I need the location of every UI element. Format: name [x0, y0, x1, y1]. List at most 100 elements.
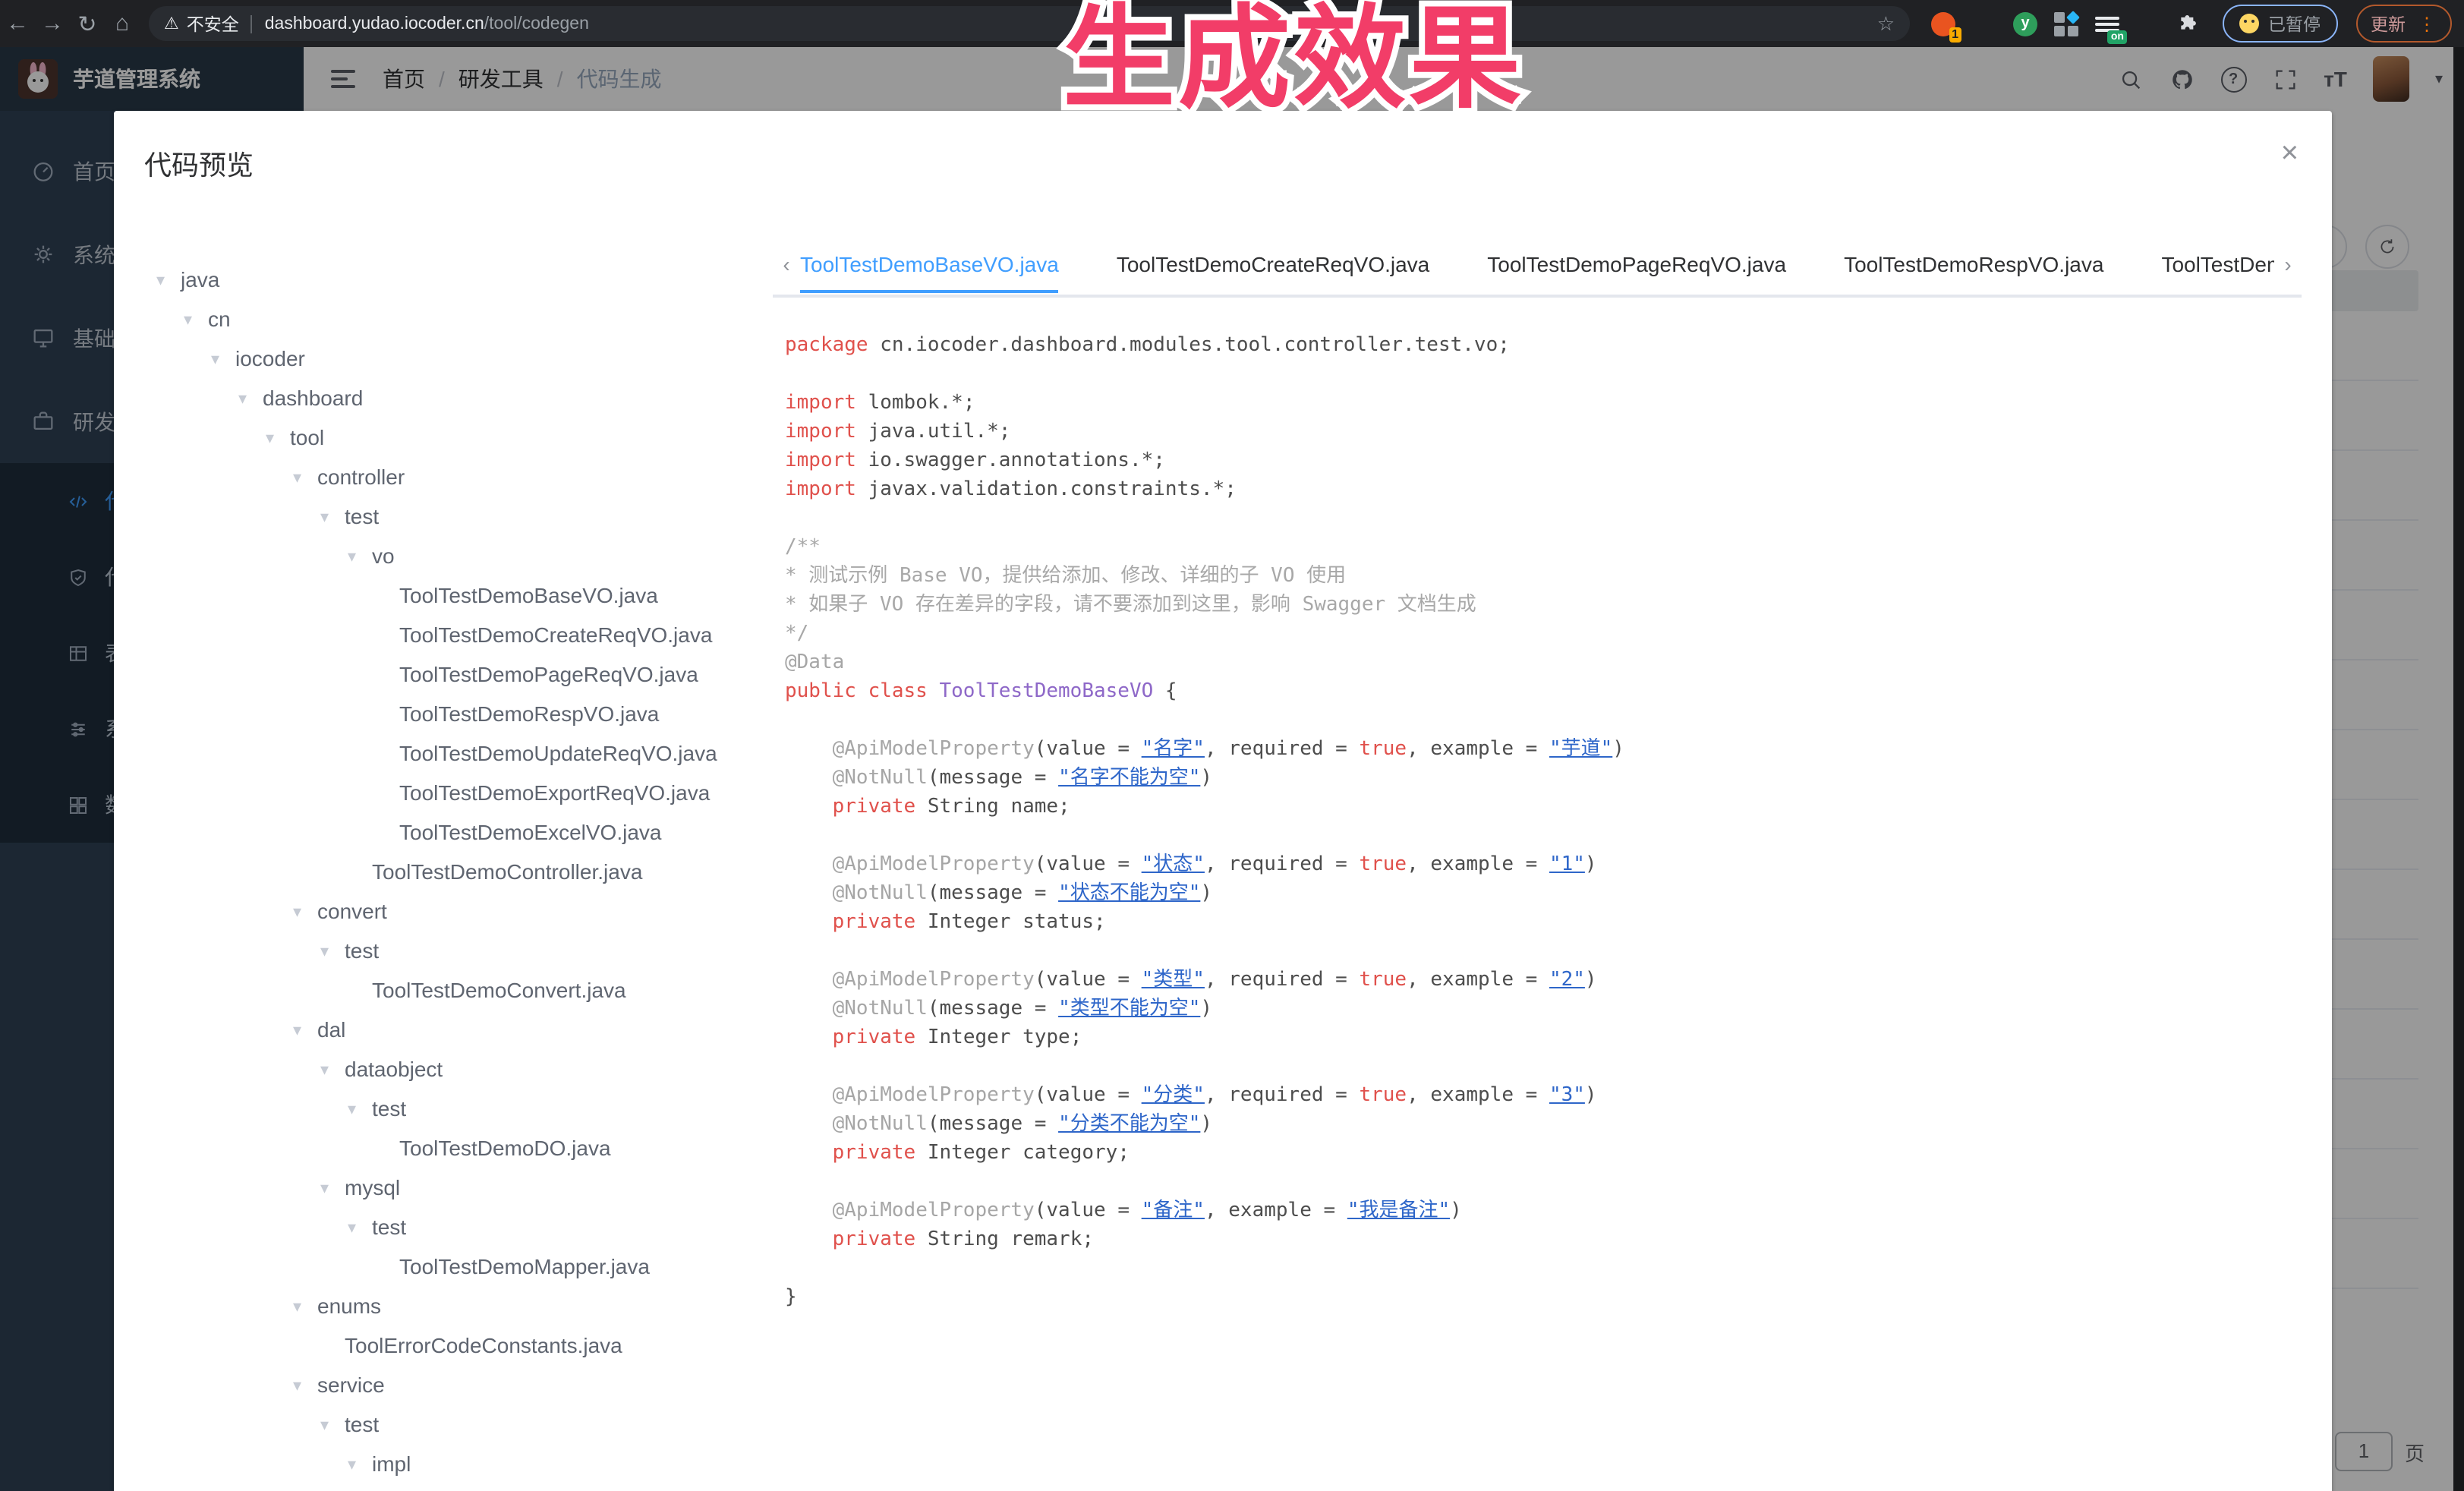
extensions-row: 1 y on: [1931, 11, 2201, 36]
tree-node-folder[interactable]: ▾dashboard: [114, 378, 767, 418]
tree-node-file[interactable]: ToolTestDemoPageReqVO.java: [114, 654, 767, 694]
tree-node-folder[interactable]: ▾test: [114, 496, 767, 536]
browser-update-button[interactable]: 更新 ⋮: [2355, 5, 2451, 43]
tree-node-file[interactable]: ToolTestDemoMapper.java: [114, 1247, 767, 1286]
caret-down-icon[interactable]: ▾: [320, 506, 345, 526]
tree-node-folder[interactable]: ▾service: [114, 1365, 767, 1404]
tree-node-file[interactable]: ToolTestDemoUpdateReqVO.java: [114, 733, 767, 773]
tree-node-file[interactable]: ToolTestDemoServiceImpl.java: [114, 1483, 767, 1491]
caret-down-icon[interactable]: ▾: [320, 1059, 345, 1079]
tree-node-folder[interactable]: ▾test: [114, 931, 767, 970]
tree-node-folder[interactable]: ▾test: [114, 1404, 767, 1444]
caret-down-icon[interactable]: ▾: [266, 427, 290, 447]
tabs-scroll-right-icon[interactable]: ›: [2274, 252, 2302, 276]
caret-down-icon[interactable]: ▾: [320, 1414, 345, 1434]
tree-node-file[interactable]: ToolTestDemoController.java: [114, 852, 767, 891]
caret-down-icon[interactable]: ▾: [293, 467, 317, 487]
security-label: 不安全: [187, 11, 239, 36]
bookmark-star-icon[interactable]: ☆: [1877, 11, 1895, 36]
tree-node-folder[interactable]: ▾dal: [114, 1010, 767, 1049]
extension-list-icon[interactable]: on: [2095, 11, 2119, 36]
tree-node-file[interactable]: ToolTestDemoCreateReqVO.java: [114, 615, 767, 654]
code-line: private Integer type;: [785, 1023, 2302, 1052]
file-tab[interactable]: ToolTestDemoBaseVO.java: [800, 235, 1059, 293]
tree-node-folder[interactable]: ▾test: [114, 1207, 767, 1247]
tree-node-label: ToolTestDemoCreateReqVO.java: [399, 623, 712, 647]
tree-node-folder[interactable]: ▾iocoder: [114, 339, 767, 378]
tree-node-label: dashboard: [263, 386, 363, 410]
file-tab[interactable]: ToolTestDemoRespVO.java: [1844, 235, 2103, 293]
tree-node-label: ToolTestDemoMapper.java: [399, 1254, 650, 1278]
caret-down-icon[interactable]: ▾: [293, 1020, 317, 1039]
tree-node-folder[interactable]: ▾java: [114, 260, 767, 299]
tree-node-folder[interactable]: ▾impl: [114, 1444, 767, 1483]
caret-down-icon[interactable]: ▾: [348, 1454, 372, 1474]
caret-down-icon[interactable]: ▾: [348, 1099, 372, 1118]
code-line: import java.util.*;: [785, 418, 2302, 446]
file-tab[interactable]: ToolTestDemoUpdateReqVO.java: [2161, 235, 2274, 293]
file-tab[interactable]: ToolTestDemoPageReqVO.java: [1487, 235, 1786, 293]
code-line: * 如果子 VO 存在差异的字段，请不要添加到这里，影响 Swagger 文档生…: [785, 591, 2302, 619]
address-bar[interactable]: ⚠ 不安全 dashboard.yudao.iocoder.cn /tool/c…: [149, 6, 1910, 41]
browser-scrollbar[interactable]: [2453, 47, 2464, 1491]
tabs-scroll-left-icon[interactable]: ‹: [773, 252, 800, 276]
file-tab[interactable]: ToolTestDemoCreateReqVO.java: [1117, 235, 1429, 293]
caret-down-icon[interactable]: ▾: [156, 270, 181, 289]
code-line: }: [785, 1283, 2302, 1312]
url-path: /tool/codegen: [484, 14, 589, 33]
tree-node-label: ToolTestDemoUpdateReqVO.java: [399, 741, 717, 765]
caret-down-icon[interactable]: ▾: [293, 1375, 317, 1395]
extension-drop-icon[interactable]: [1972, 11, 1996, 36]
tree-node-folder[interactable]: ▾convert: [114, 891, 767, 931]
tree-node-file[interactable]: ToolTestDemoExcelVO.java: [114, 812, 767, 852]
tree-node-label: test: [345, 938, 379, 963]
caret-down-icon[interactable]: ▾: [320, 1177, 345, 1197]
security-warning-icon[interactable]: ⚠: [164, 14, 179, 33]
extensions-puzzle-icon[interactable]: [2177, 11, 2201, 36]
tree-node-folder[interactable]: ▾dataobject: [114, 1049, 767, 1089]
tree-node-label: test: [345, 504, 379, 528]
caret-down-icon[interactable]: ▾: [320, 941, 345, 960]
caret-down-icon[interactable]: ▾: [184, 309, 208, 329]
tree-node-label: enums: [317, 1294, 381, 1318]
extension-green-icon[interactable]: y: [2013, 11, 2037, 36]
extension-leaf-icon[interactable]: [2136, 11, 2160, 36]
tree-node-file[interactable]: ToolTestDemoBaseVO.java: [114, 575, 767, 615]
tree-node-folder[interactable]: ▾cn: [114, 299, 767, 339]
tree-node-folder[interactable]: ▾controller: [114, 457, 767, 496]
tree-node-label: ToolTestDemoController.java: [372, 859, 642, 884]
caret-down-icon[interactable]: ▾: [348, 1217, 372, 1237]
code-line: @NotNull(message = "类型不能为空"): [785, 995, 2302, 1023]
browser-menu-icon[interactable]: ⋮: [2418, 13, 2436, 34]
browser-home-icon[interactable]: ⌂: [105, 11, 140, 36]
file-tabs: ToolTestDemoBaseVO.java ToolTestDemoCreat…: [800, 235, 2274, 293]
browser-back-icon[interactable]: ←: [0, 11, 35, 36]
tree-node-file[interactable]: ToolErrorCodeConstants.java: [114, 1326, 767, 1365]
extension-grid-icon[interactable]: [2054, 11, 2078, 36]
tree-node-file[interactable]: ToolTestDemoDO.java: [114, 1128, 767, 1168]
tree-node-folder[interactable]: ▾tool: [114, 418, 767, 457]
extension-orange-icon[interactable]: 1: [1931, 11, 1955, 36]
annotation-text: 生成效果: [1063, 3, 1524, 115]
tree-node-folder[interactable]: ▾enums: [114, 1286, 767, 1326]
browser-forward-icon[interactable]: →: [35, 11, 70, 36]
tree-node-file[interactable]: ToolTestDemoExportReqVO.java: [114, 773, 767, 812]
tree-node-label: mysql: [345, 1175, 400, 1199]
code-line: [785, 504, 2302, 533]
caret-down-icon[interactable]: ▾: [293, 901, 317, 921]
tree-node-label: dataobject: [345, 1057, 443, 1081]
tree-node-file[interactable]: ToolTestDemoRespVO.java: [114, 694, 767, 733]
tree-node-folder[interactable]: ▾mysql: [114, 1168, 767, 1207]
tree-node-label: convert: [317, 899, 387, 923]
browser-reload-icon[interactable]: ↻: [70, 10, 105, 37]
caret-down-icon[interactable]: ▾: [211, 348, 235, 368]
tree-node-label: ToolTestDemoRespVO.java: [399, 701, 659, 726]
caret-down-icon[interactable]: ▾: [293, 1296, 317, 1316]
close-icon[interactable]: ×: [2281, 138, 2299, 169]
tree-node-folder[interactable]: ▾test: [114, 1089, 767, 1128]
caret-down-icon[interactable]: ▾: [238, 388, 263, 408]
tree-node-folder[interactable]: ▾vo: [114, 536, 767, 575]
tree-node-file[interactable]: ToolTestDemoConvert.java: [114, 970, 767, 1010]
paused-extension-pill[interactable]: 已暂停: [2223, 5, 2337, 43]
caret-down-icon[interactable]: ▾: [348, 546, 372, 566]
